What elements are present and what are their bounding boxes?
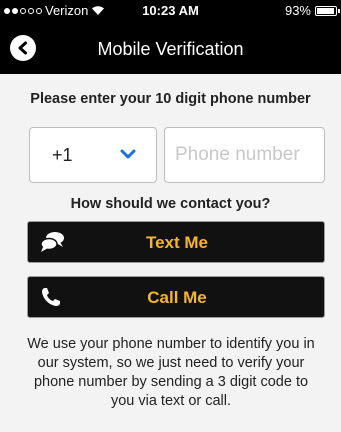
text-me-button[interactable]: Text Me: [27, 221, 325, 263]
battery-info: 93%: [284, 3, 340, 18]
battery-icon: [315, 5, 340, 16]
country-code-value: +1: [52, 145, 73, 165]
country-code-select[interactable]: +1: [29, 127, 157, 183]
contact-question: How should we contact you?: [70, 196, 271, 212]
phone-number-input[interactable]: [164, 127, 325, 183]
text-me-label: Text Me: [145, 233, 209, 252]
phone-prompt: Please enter your 10 digit phone number: [30, 91, 311, 107]
call-me-button[interactable]: Call Me: [27, 276, 325, 318]
info-text: We use your phone number to identify you…: [27, 336, 315, 409]
call-me-label: Call Me: [147, 288, 207, 307]
nav-bar: Mobile Verification: [0, 22, 341, 74]
battery-percent: 93%: [284, 3, 311, 18]
status-bar: Verizon 10:23 AM 93%: [0, 0, 341, 22]
page-title: Mobile Verification: [97, 39, 244, 59]
chevron-down-icon: [120, 149, 136, 159]
